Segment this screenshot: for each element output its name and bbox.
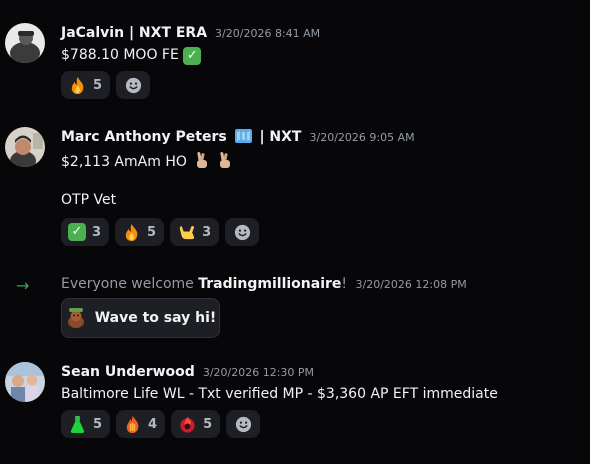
fire-icon [71,76,84,94]
author-name[interactable]: Sean Underwood [61,364,195,380]
reaction-count: 5 [93,77,103,93]
crossed-fingers-icon [197,151,208,168]
reaction-count: 5 [93,416,103,432]
add-reaction-button[interactable] [116,71,151,99]
check-mark-icon: ✓ [68,223,86,241]
joined-username[interactable]: Tradingmillionaire [198,276,341,292]
map-icon [234,129,252,143]
reaction-bar: 5 [61,71,151,99]
reaction-bar: 5 4 5 [61,410,261,438]
reaction-count: 5 [203,416,213,432]
message-header: Sean Underwood 3/20/2026 12:30 PM [61,364,314,380]
check-mark-icon: ✓ [183,47,202,65]
join-arrow-icon: → [16,276,30,295]
message-text: OTP Vet [61,192,117,208]
crossed-fingers-icon [219,151,230,168]
message-header: Marc Anthony Peters | NXT 3/20/2026 9:05… [61,129,415,145]
reaction-count: 4 [148,416,158,432]
add-reaction-icon [234,224,250,240]
reaction-call-me-hand[interactable]: 3 [170,218,220,246]
call-me-hand-icon [179,225,195,239]
wave-button[interactable]: Wave to say hi! [61,298,220,338]
message-header: JaCalvin | NXT ERA 3/20/2026 8:41 AM [61,25,320,41]
message-text: $2,113 AmAm HO [61,151,234,170]
add-reaction-icon [235,416,251,432]
fire-icon [125,223,138,241]
reaction-red-fire-orb[interactable]: 5 [171,410,221,438]
avatar[interactable] [5,127,45,167]
join-text: Everyone welcome Tradingmillionaire! 3/2… [61,276,467,292]
message-text: $788.10 MOO FE ✓ [61,47,202,65]
timestamp: 3/20/2026 9:05 AM [309,131,415,144]
add-reaction-button[interactable] [225,218,260,246]
reaction-count: 3 [92,224,102,240]
reaction-count: 3 [202,224,212,240]
timestamp: 3/20/2026 8:41 AM [215,27,321,40]
green-flask-icon [70,415,85,433]
message-feed: JaCalvin | NXT ERA 3/20/2026 8:41 AM $78… [0,0,590,464]
reaction-check-mark[interactable]: ✓ 3 [61,218,110,246]
message-text: Baltimore Life WL - Txt verified MP - $3… [61,386,498,402]
add-reaction-button[interactable] [226,410,261,438]
reaction-fire[interactable]: 5 [115,218,165,246]
timestamp: 3/20/2026 12:30 PM [202,366,315,379]
avatar[interactable] [5,23,45,63]
timestamp: 3/20/2026 12:08 PM [355,278,467,291]
wave-sticker-icon [67,308,84,328]
author-name[interactable]: Marc Anthony Peters | NXT [61,129,302,145]
fire-hand-icon [126,415,139,433]
reaction-green-flask[interactable]: 5 [61,410,111,438]
reaction-count: 5 [147,224,157,240]
add-reaction-icon [125,77,141,93]
wave-button-label: Wave to say hi! [94,310,217,326]
author-name[interactable]: JaCalvin | NXT ERA [61,25,207,41]
red-fire-orb-icon [180,416,195,433]
reaction-bar: ✓ 3 5 3 [61,218,260,246]
avatar[interactable] [5,362,45,402]
reaction-fire[interactable]: 5 [61,71,111,99]
reaction-fire-hand[interactable]: 4 [116,410,166,438]
